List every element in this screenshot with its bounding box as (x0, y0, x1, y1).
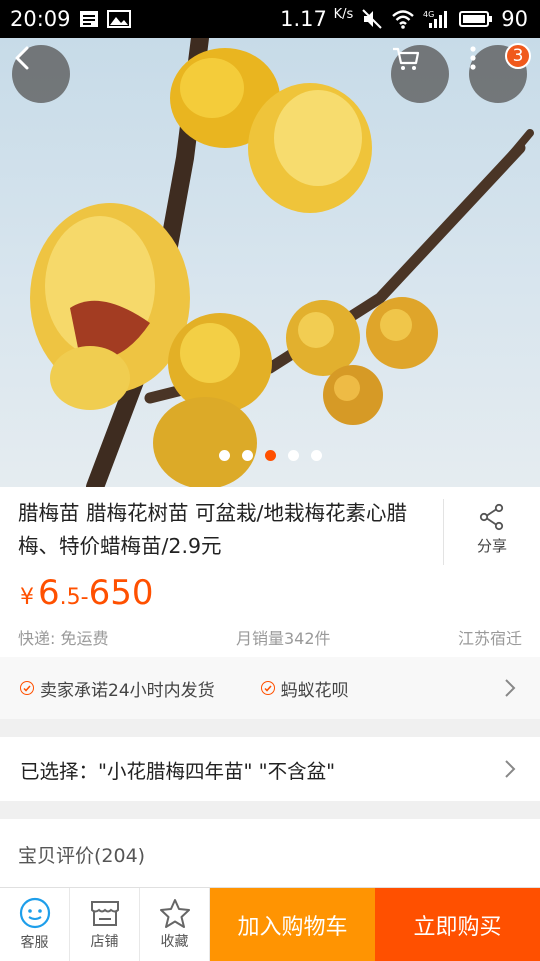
network-speed: 1.17 K/s (280, 7, 354, 31)
cart-icon (393, 47, 420, 70)
selected-sku-text: 已选择："小花腊梅四年苗" "不含盆" (20, 759, 336, 783)
wintersweet-flower-photo (30, 38, 534, 487)
bottom-action-bar: 客服 店铺 收藏 加入购物车 立即购买 (0, 887, 540, 961)
carousel-dot-active[interactable] (264, 450, 276, 461)
share-label: 分享 (476, 537, 507, 555)
signal-icon: 4G (423, 9, 451, 29)
customer-service-button[interactable]: 客服 (0, 888, 70, 961)
status-time: 20:09 (10, 7, 71, 31)
promise-24h: 卖家承诺24小时内发货 (20, 676, 215, 701)
favorite-button[interactable]: 收藏 (140, 888, 210, 961)
battery-icon (459, 10, 493, 28)
shop-icon (90, 901, 119, 926)
check-circle-icon (260, 681, 275, 695)
battery-level: 90 (501, 7, 528, 31)
carousel-indicator (0, 450, 540, 461)
shop-button[interactable]: 店铺 (70, 888, 140, 961)
reviews-section[interactable]: 宝贝评价(204) (0, 819, 540, 889)
sku-selection-row[interactable]: 已选择："小花腊梅四年苗" "不含盆" (0, 737, 540, 801)
price-range: ¥6.5-650 (20, 573, 154, 613)
chevron-right-icon (505, 760, 516, 778)
back-button[interactable] (12, 45, 70, 103)
customer-service-icon (19, 897, 50, 929)
carousel-dot[interactable] (287, 450, 299, 461)
customer-service-label: 客服 (20, 935, 49, 951)
product-meta: 快递: 免运费 月销量342件 江苏宿迁 (18, 625, 522, 649)
image-icon (106, 10, 131, 28)
share-icon (479, 503, 504, 531)
promise-huabei: 蚂蚁花呗 (260, 676, 349, 701)
product-title: 腊梅苗 腊梅花树苗 可盆栽/地栽梅花素心腊梅、特价蜡梅苗/2.9元 (18, 501, 407, 558)
carousel-dot[interactable] (310, 450, 322, 461)
divider (443, 499, 444, 565)
monthly-sales: 月销量342件 (235, 629, 331, 648)
chevron-left-icon (15, 46, 29, 70)
favorite-label: 收藏 (160, 934, 189, 950)
chevron-right-icon (505, 679, 516, 697)
status-bar: 20:09 1.17 K/s 4G 90 (0, 0, 540, 38)
carousel-dot[interactable] (218, 450, 230, 461)
product-info: 腊梅苗 腊梅花树苗 可盆栽/地栽梅花素心腊梅、特价蜡梅苗/2.9元 分享 ¥6.… (0, 487, 540, 657)
check-circle-icon (20, 681, 34, 695)
share-button[interactable]: 分享 (460, 503, 524, 556)
cart-button[interactable] (391, 45, 449, 103)
buy-now-button[interactable]: 立即购买 (375, 888, 540, 961)
svg-text:4G: 4G (423, 10, 434, 19)
reviews-title: 宝贝评价(204) (18, 845, 146, 867)
carousel-dot[interactable] (241, 450, 253, 461)
add-to-cart-button[interactable]: 加入购物车 (210, 888, 375, 961)
notification-icon (79, 10, 99, 28)
wifi-icon (391, 9, 415, 29)
shop-label: 店铺 (90, 934, 119, 950)
cart-count-badge: 3 (505, 43, 531, 69)
more-vertical-icon (470, 46, 476, 70)
mute-icon (361, 8, 383, 30)
star-icon (159, 899, 190, 928)
product-image-carousel[interactable]: 3 (0, 38, 540, 487)
shipping-info: 快递: 免运费 (18, 629, 109, 648)
seller-location: 江苏宿迁 (457, 629, 522, 648)
service-promises-row[interactable]: 卖家承诺24小时内发货 蚂蚁花呗 (0, 657, 540, 719)
